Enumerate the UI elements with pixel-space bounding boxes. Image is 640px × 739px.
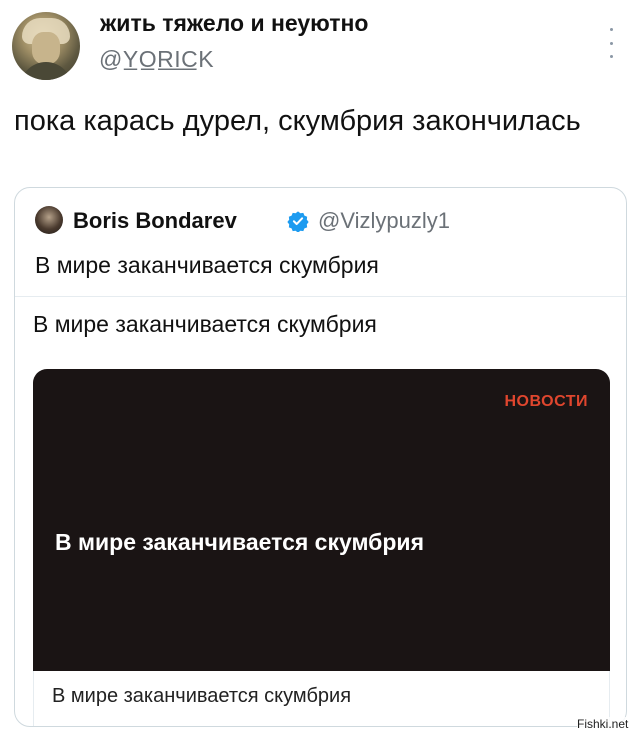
- author-handle[interactable]: @Y̲O̲R̲I̲C̲K: [99, 46, 214, 73]
- news-tag: НОВОСТИ: [504, 393, 588, 410]
- quoted-tweet-text: В мире заканчивается скумбрия: [35, 252, 379, 278]
- watermark: Fishki.net: [577, 717, 629, 731]
- author-display-name[interactable]: жить тяжело и неуютно: [100, 10, 368, 37]
- quoted-author-avatar[interactable]: [35, 206, 63, 234]
- image-headline: В мире заканчивается скумбрия: [55, 529, 424, 555]
- link-card-title: В мире заканчивается скумбрия: [33, 311, 377, 337]
- link-card-image[interactable]: НОВОСТИ В мире заканчивается скумбрия: [33, 369, 610, 671]
- tweet-text: пока карась дурел, скумбрия закончилась: [14, 105, 581, 137]
- quoted-tweet[interactable]: Boris Bondarev @Vizlypuzly1 В мире закан…: [14, 187, 627, 727]
- verified-badge-icon: [287, 211, 309, 232]
- quoted-author-handle[interactable]: @Vizlypuzly1: [318, 208, 450, 234]
- tweet-screenshot: жить тяжело и неуютно @Y̲O̲R̲I̲C̲K пока …: [0, 0, 640, 739]
- author-avatar[interactable]: [12, 12, 80, 80]
- quoted-author-name[interactable]: Boris Bondarev: [73, 208, 237, 234]
- link-card-caption: В мире заканчивается скумбрия: [33, 671, 610, 726]
- more-options-icon[interactable]: [604, 28, 618, 58]
- link-preview-card[interactable]: В мире заканчивается скумбрия НОВОСТИ В …: [15, 296, 626, 726]
